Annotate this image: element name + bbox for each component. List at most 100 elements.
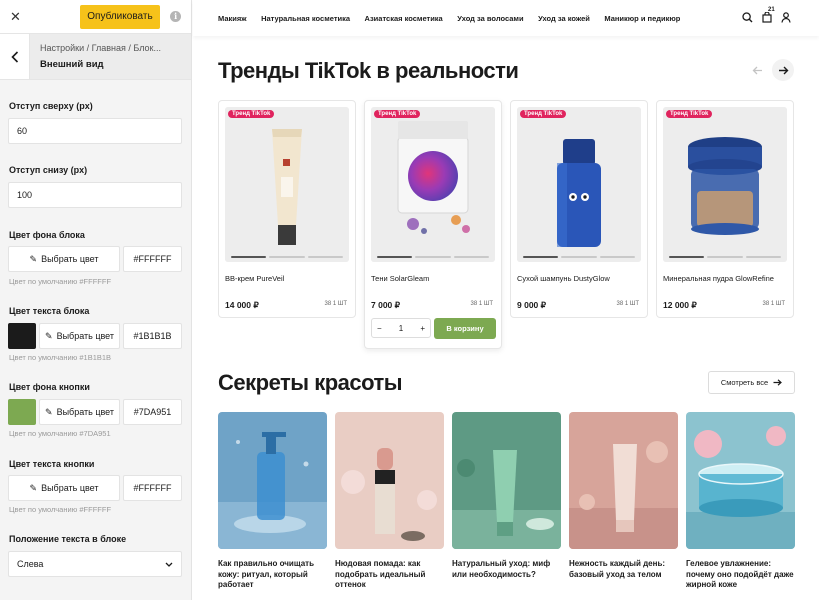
nav-item-asian[interactable]: Азиатская косметика: [365, 14, 443, 23]
add-to-cart-button[interactable]: В корзину: [434, 318, 496, 339]
nav-item-natural[interactable]: Натуральная косметика: [261, 14, 350, 23]
article-image[interactable]: [335, 412, 444, 549]
cleanser-bottle-image: [218, 412, 327, 549]
button-text-color-hint: Цвет по умолчанию #FFFFFF: [9, 505, 112, 514]
nav-item-makeup[interactable]: Макияж: [218, 14, 247, 23]
block-text-color-swatch[interactable]: [8, 323, 36, 349]
button-bg-pick-button[interactable]: ✎ Выбрать цвет: [39, 399, 120, 425]
quantity-stepper[interactable]: − 1 +: [371, 318, 431, 338]
button-text-color-input[interactable]: #FFFFFF: [123, 475, 182, 501]
product-card[interactable]: Тренд TikTok BB-крем PureVeil 14 000 ₽ 3…: [218, 100, 356, 318]
gel-jar-image: [686, 412, 795, 549]
product-name[interactable]: Сухой шампунь DustyGlow: [517, 274, 610, 283]
product-name[interactable]: BB-крем PureVeil: [225, 274, 284, 283]
carousel-prev-button[interactable]: [746, 59, 768, 81]
product-card[interactable]: Тренд TikTok Сухой шампунь DustyGlow 9 0…: [510, 100, 648, 318]
article-card[interactable]: Натуральный уход: миф или необходимость?: [452, 412, 561, 580]
powder-jar-image: [663, 107, 787, 262]
article-card[interactable]: Нежность каждый день: базовый уход за те…: [569, 412, 678, 580]
product-name[interactable]: Минеральная пудра GlowRefine: [663, 274, 774, 283]
breadcrumb-bar: Настройки / Главная / Блок... Внешний ви…: [0, 34, 191, 80]
block-text-color-hint: Цвет по умолчанию #1B1B1B: [9, 353, 112, 362]
settings-panel: ✕ Опубликовать i Настройки / Главная / Б…: [0, 0, 192, 600]
product-price: 14 000 ₽: [225, 300, 259, 310]
article-title[interactable]: Как правильно очищать кожу: ритуал, кото…: [218, 559, 327, 591]
trend-badge: Тренд TikTok: [520, 110, 567, 118]
article-card[interactable]: Гелевое увлажнение: почему оно подойдёт …: [686, 412, 795, 591]
nav-item-skin[interactable]: Уход за кожей: [538, 14, 590, 23]
article-image[interactable]: [218, 412, 327, 549]
product-unit: 38 1 ШТ: [616, 301, 639, 307]
section-trends-title: Тренды TikTok в реальности: [218, 58, 519, 83]
product-price: 7 000 ₽: [371, 300, 401, 310]
arrow-right-icon: [773, 379, 783, 386]
pencil-icon: ✎: [29, 482, 38, 493]
block-bg-pick-button[interactable]: ✎ Выбрать цвет: [8, 246, 120, 272]
product-unit: 38 1 ШТ: [762, 301, 785, 307]
arrow-left-icon: [752, 66, 762, 74]
lipstick-image: [335, 412, 444, 549]
minus-icon[interactable]: −: [377, 324, 382, 333]
product-image[interactable]: Тренд TikTok: [225, 107, 349, 262]
product-image[interactable]: Тренд TikTok: [517, 107, 641, 262]
padding-top-input[interactable]: 60: [8, 118, 182, 144]
bb-cream-tube-image: [225, 107, 349, 262]
product-name[interactable]: Тени SolarGleam: [371, 274, 429, 283]
search-icon[interactable]: [742, 12, 753, 23]
quantity-value: 1: [398, 323, 404, 333]
block-text-color-input[interactable]: #1B1B1B: [123, 323, 182, 349]
block-text-color-label: Цвет текста блока: [9, 306, 90, 316]
plus-icon[interactable]: +: [420, 324, 425, 333]
padding-bottom-input[interactable]: 100: [8, 182, 182, 208]
button-text-color-label: Цвет текста кнопки: [9, 459, 95, 469]
nav-item-nails[interactable]: Маникюр и педикюр: [604, 14, 680, 23]
article-title[interactable]: Нюдовая помада: как подобрать идеальный …: [335, 559, 444, 591]
cart-count: 21: [768, 7, 775, 13]
article-image[interactable]: [452, 412, 561, 549]
bag-icon: [762, 12, 772, 23]
product-price: 12 000 ₽: [663, 300, 697, 310]
back-arrow-icon[interactable]: [0, 34, 30, 79]
article-title[interactable]: Натуральный уход: миф или необходимость?: [452, 559, 561, 580]
shampoo-bottle-image: [517, 107, 641, 262]
cart-button[interactable]: 21: [762, 7, 775, 23]
see-all-label: Смотреть все: [720, 378, 769, 387]
product-image[interactable]: Тренд TikTok: [371, 107, 495, 262]
product-unit: 38 1 ШТ: [470, 301, 493, 307]
image-pagination: [669, 256, 781, 258]
trend-badge: Тренд TikTok: [228, 110, 275, 118]
top-navigation: Макияж Натуральная косметика Азиатская к…: [193, 0, 819, 36]
button-bg-color-swatch[interactable]: [8, 399, 36, 425]
nav-item-hair[interactable]: Уход за волосами: [457, 14, 523, 23]
body-care-tube-image: [569, 412, 678, 549]
publish-button[interactable]: Опубликовать: [79, 4, 161, 29]
chevron-down-icon: [165, 562, 173, 567]
button-bg-color-input[interactable]: #7DA951: [123, 399, 182, 425]
article-card[interactable]: Как правильно очищать кожу: ритуал, кото…: [218, 412, 327, 591]
text-position-value: Слева: [17, 559, 44, 569]
article-title[interactable]: Гелевое увлажнение: почему оно подойдёт …: [686, 559, 795, 591]
block-bg-color-input[interactable]: #FFFFFF: [123, 246, 182, 272]
carousel-next-button[interactable]: [772, 59, 794, 81]
product-card[interactable]: Тренд TikTok Минеральная пудра GlowRefin…: [656, 100, 794, 318]
green-tube-image: [452, 412, 561, 549]
product-image[interactable]: Тренд TikTok: [663, 107, 787, 262]
text-position-select[interactable]: Слева: [8, 551, 182, 577]
article-image[interactable]: [686, 412, 795, 549]
info-icon[interactable]: i: [170, 11, 181, 22]
button-text-pick-button[interactable]: ✎ Выбрать цвет: [8, 475, 120, 501]
button-bg-color-hint: Цвет по умолчанию #7DA951: [9, 429, 111, 438]
padding-bottom-label: Отступ снизу (px): [9, 165, 88, 175]
article-image[interactable]: [569, 412, 678, 549]
panel-topbar: ✕ Опубликовать i: [0, 0, 191, 34]
article-card[interactable]: Нюдовая помада: как подобрать идеальный …: [335, 412, 444, 591]
user-icon[interactable]: [781, 12, 791, 23]
article-title[interactable]: Нежность каждый день: базовый уход за те…: [569, 559, 678, 580]
product-card[interactable]: Тренд TikTok Тени SolarGleam 7 000 ₽ 38 …: [364, 100, 502, 349]
breadcrumb[interactable]: Настройки / Главная / Блок...: [40, 43, 191, 53]
block-text-pick-button[interactable]: ✎ Выбрать цвет: [39, 323, 120, 349]
block-bg-color-hint: Цвет по умолчанию #FFFFFF: [9, 277, 112, 286]
close-icon[interactable]: ✕: [10, 9, 24, 25]
see-all-button[interactable]: Смотреть все: [708, 371, 795, 394]
eyeshadow-palette-image: [371, 107, 495, 262]
